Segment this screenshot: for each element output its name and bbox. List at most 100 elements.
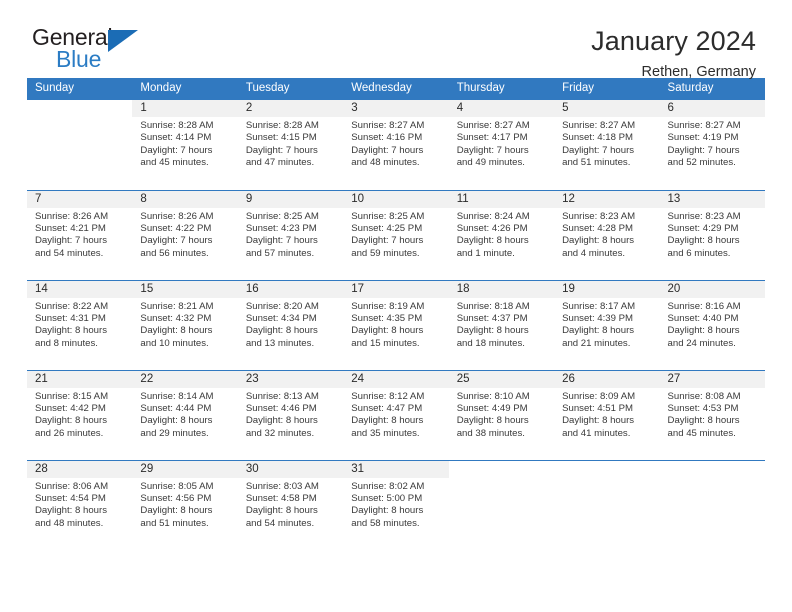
daylight-text-line1: Daylight: 8 hours (245, 415, 318, 427)
sunset-text: Sunset: 4:53 PM (667, 402, 739, 414)
daylight-text-line2: and 49 minutes. (456, 157, 525, 169)
calendar-day-cell[interactable]: 31 Sunrise: 8:02 AM Sunset: 5:00 PM Dayligh… (343, 459, 449, 550)
sunset-text: Sunset: 4:19 PM (667, 132, 739, 144)
daylight-text-line2: and 21 minutes. (562, 337, 631, 349)
daylight-text-line1: Daylight: 7 hours (667, 144, 740, 156)
calendar-day-cell[interactable]: 24 Sunrise: 8:12 AM Sunset: 4:47 PM Dayligh… (343, 369, 449, 460)
daylight-text-line1: Daylight: 8 hours (35, 415, 107, 427)
calendar-week-row: 21 Sunrise: 8:15 AM Sunset: 4:42 PM Dayligh… (27, 369, 765, 460)
calendar-day-cell[interactable]: 27 Sunrise: 8:08 AM Sunset: 4:53 PM Dayligh… (659, 369, 765, 460)
calendar-day-cell[interactable]: 9 Sunrise: 8:25 AM Sunset: 4:23 PM Daylight… (237, 189, 344, 280)
sunset-text: Sunset: 4:32 PM (140, 312, 212, 324)
weekday-header-sunday: Sunday (27, 78, 133, 100)
sunrise-text: Sunrise: 8:06 AM (35, 480, 109, 492)
daylight-text-line2: and 1 minute. (456, 247, 515, 259)
calendar-day-cell[interactable]: 18 Sunrise: 8:18 AM Sunset: 4:37 PM Dayligh… (448, 279, 555, 370)
calendar-day-cell[interactable]: 1 Sunrise: 8:28 AM Sunset: 4:14 PM Daylight… (132, 100, 238, 190)
daylight-text-line1: Daylight: 7 hours (351, 235, 424, 247)
daylight-text-line1: Daylight: 8 hours (351, 415, 424, 427)
weekday-header-tuesday: Tuesday (237, 78, 344, 100)
day-info: Sunrise: 8:10 AM Sunset: 4:49 PM Daylight:… (449, 388, 554, 441)
daylight-text-line2: and 4 minutes. (562, 247, 626, 259)
daylight-text-line2: and 59 minutes. (351, 247, 420, 259)
sunrise-text: Sunrise: 8:20 AM (245, 300, 319, 312)
sunrise-text: Sunrise: 8:15 AM (35, 390, 109, 402)
daylight-text-line1: Daylight: 8 hours (562, 325, 635, 337)
day-number: 24 (343, 370, 449, 388)
calendar-body: 1 Sunrise: 8:28 AM Sunset: 4:14 PM Daylight… (27, 100, 765, 550)
generalblue-logo[interactable]: General Blue (32, 24, 152, 76)
calendar-day-cell[interactable]: 28 Sunrise: 8:06 AM Sunset: 4:54 PM Dayligh… (27, 459, 133, 550)
day-number: 6 (659, 100, 765, 117)
day-number: 1 (132, 100, 238, 117)
sunset-text: Sunset: 4:56 PM (140, 492, 212, 504)
day-info: Sunrise: 8:16 AM Sunset: 4:40 PM Daylight:… (660, 298, 765, 351)
daylight-text-line1: Daylight: 8 hours (35, 505, 107, 517)
calendar-day-cell[interactable]: 2 Sunrise: 8:28 AM Sunset: 4:15 PM Daylight… (237, 100, 344, 190)
daylight-text-line2: and 38 minutes. (456, 427, 525, 439)
calendar-day-cell[interactable]: 4 Sunrise: 8:27 AM Sunset: 4:17 PM Daylight… (448, 100, 555, 190)
day-number (27, 100, 133, 117)
sunrise-text: Sunrise: 8:26 AM (35, 210, 109, 222)
daylight-text-line2: and 29 minutes. (140, 427, 209, 439)
calendar-day-cell[interactable]: 8 Sunrise: 8:26 AM Sunset: 4:22 PM Daylight… (132, 189, 238, 280)
daylight-text-line2: and 51 minutes. (140, 517, 209, 529)
calendar-day-cell[interactable]: 26 Sunrise: 8:09 AM Sunset: 4:51 PM Dayligh… (554, 369, 660, 460)
sunrise-text: Sunrise: 8:10 AM (456, 390, 530, 402)
daylight-text-line1: Daylight: 8 hours (456, 325, 529, 337)
day-number: 27 (659, 370, 765, 388)
day-number: 13 (659, 190, 765, 208)
calendar-day-cell-empty (659, 459, 765, 550)
sunrise-text: Sunrise: 8:24 AM (456, 210, 530, 222)
calendar-day-cell[interactable]: 12 Sunrise: 8:23 AM Sunset: 4:28 PM Dayligh… (554, 189, 660, 280)
sunrise-text: Sunrise: 8:26 AM (140, 210, 214, 222)
calendar-day-cell[interactable]: 19 Sunrise: 8:17 AM Sunset: 4:39 PM Dayligh… (554, 279, 660, 370)
daylight-text-line1: Daylight: 8 hours (562, 235, 635, 247)
daylight-text-line1: Daylight: 8 hours (351, 505, 424, 517)
calendar-day-cell[interactable]: 3 Sunrise: 8:27 AM Sunset: 4:16 PM Daylight… (343, 100, 449, 190)
calendar-day-cell[interactable]: 14 Sunrise: 8:22 AM Sunset: 4:31 PM Dayligh… (27, 279, 133, 370)
calendar-day-cell[interactable]: 6 Sunrise: 8:27 AM Sunset: 4:19 PM Daylight… (659, 100, 765, 190)
day-info: Sunrise: 8:08 AM Sunset: 4:53 PM Daylight:… (660, 388, 765, 441)
sunset-text: Sunset: 4:26 PM (456, 222, 528, 234)
daylight-text-line1: Daylight: 8 hours (35, 325, 107, 337)
daylight-text-line2: and 48 minutes. (35, 517, 104, 529)
day-info: Sunrise: 8:26 AM Sunset: 4:21 PM Daylight:… (27, 208, 132, 261)
calendar-day-cell[interactable]: 5 Sunrise: 8:27 AM Sunset: 4:18 PM Daylight… (554, 100, 660, 190)
daylight-text-line2: and 54 minutes. (35, 247, 104, 259)
calendar-day-cell[interactable]: 7 Sunrise: 8:26 AM Sunset: 4:21 PM Daylight… (27, 189, 133, 280)
sunrise-text: Sunrise: 8:27 AM (562, 120, 636, 131)
daylight-text-line1: Daylight: 7 hours (35, 235, 107, 247)
day-number: 9 (237, 190, 344, 208)
calendar-day-cell[interactable]: 20 Sunrise: 8:16 AM Sunset: 4:40 PM Dayligh… (659, 279, 765, 370)
sunrise-text: Sunrise: 8:03 AM (245, 480, 319, 492)
sunset-text: Sunset: 4:47 PM (351, 402, 423, 414)
day-number: 26 (554, 370, 660, 388)
calendar-day-cell[interactable]: 17 Sunrise: 8:19 AM Sunset: 4:35 PM Dayligh… (343, 279, 449, 370)
calendar-day-cell[interactable]: 10 Sunrise: 8:25 AM Sunset: 4:25 PM Dayligh… (343, 189, 449, 280)
calendar-day-cell[interactable]: 29 Sunrise: 8:05 AM Sunset: 4:56 PM Dayligh… (132, 459, 238, 550)
day-number: 7 (27, 190, 133, 208)
weekday-header-wednesday: Wednesday (343, 78, 449, 100)
day-info: Sunrise: 8:15 AM Sunset: 4:42 PM Daylight:… (27, 388, 132, 441)
calendar-day-cell[interactable]: 25 Sunrise: 8:10 AM Sunset: 4:49 PM Dayligh… (448, 369, 555, 460)
sunset-text: Sunset: 4:14 PM (140, 132, 212, 144)
calendar-day-cell[interactable]: 21 Sunrise: 8:15 AM Sunset: 4:42 PM Dayligh… (27, 369, 133, 460)
calendar-day-cell[interactable]: 30 Sunrise: 8:03 AM Sunset: 4:58 PM Dayligh… (237, 459, 344, 550)
calendar-day-cell[interactable]: 11 Sunrise: 8:24 AM Sunset: 4:26 PM Dayligh… (448, 189, 555, 280)
calendar-day-cell[interactable]: 23 Sunrise: 8:13 AM Sunset: 4:46 PM Dayligh… (237, 369, 344, 460)
daylight-text-line2: and 15 minutes. (351, 337, 420, 349)
calendar-day-cell[interactable]: 22 Sunrise: 8:14 AM Sunset: 4:44 PM Dayligh… (132, 369, 238, 460)
day-info: Sunrise: 8:27 AM Sunset: 4:16 PM Daylight:… (343, 117, 448, 170)
calendar-week-row: 28 Sunrise: 8:06 AM Sunset: 4:54 PM Dayligh… (27, 459, 765, 550)
daylight-text-line1: Daylight: 8 hours (456, 235, 529, 247)
day-number: 18 (448, 280, 555, 298)
calendar-day-cell[interactable]: 15 Sunrise: 8:21 AM Sunset: 4:32 PM Dayligh… (132, 279, 238, 370)
sunset-text: Sunset: 4:39 PM (562, 312, 634, 324)
sunrise-text: Sunrise: 8:25 AM (351, 210, 425, 222)
calendar-day-cell[interactable]: 16 Sunrise: 8:20 AM Sunset: 4:34 PM Dayligh… (237, 279, 344, 370)
calendar-day-cell[interactable]: 13 Sunrise: 8:23 AM Sunset: 4:29 PM Dayligh… (659, 189, 765, 280)
calendar-day-cell-empty (448, 459, 555, 550)
sunrise-text: Sunrise: 8:23 AM (562, 210, 636, 222)
day-number: 23 (237, 370, 344, 388)
